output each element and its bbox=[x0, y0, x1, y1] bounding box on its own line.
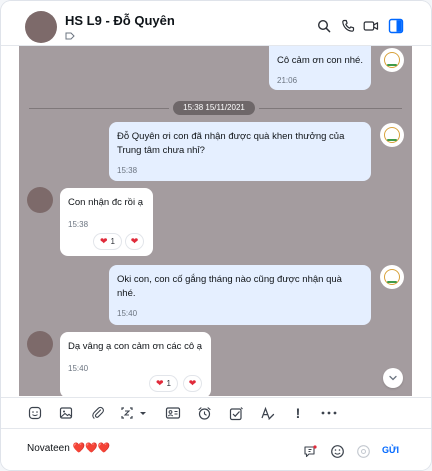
message-text: Dạ vâng ạ con cảm ơn các cô ạ bbox=[68, 341, 203, 352]
contact-avatar[interactable] bbox=[27, 187, 53, 213]
message-input[interactable]: Novateen ❤️❤️❤️ bbox=[27, 443, 110, 454]
send-button[interactable]: GỬI bbox=[382, 445, 399, 455]
divider bbox=[29, 108, 169, 109]
message-time: 21:06 bbox=[277, 76, 298, 85]
reaction-count: 1 bbox=[110, 237, 115, 246]
text-format-icon[interactable] bbox=[259, 405, 275, 421]
reaction-summary[interactable]: ❤ 1 bbox=[150, 376, 177, 391]
message-time: 15:38 bbox=[68, 220, 89, 229]
contact-card-icon[interactable] bbox=[164, 405, 182, 421]
message-bubble-outgoing[interactable]: Đỗ Quyên ơi con đã nhận được quà khen th… bbox=[109, 122, 371, 181]
attachment-icon[interactable] bbox=[90, 405, 106, 421]
priority-icon[interactable]: ! bbox=[292, 405, 304, 421]
search-icon[interactable] bbox=[315, 17, 333, 35]
message-time: 15:40 bbox=[117, 309, 138, 318]
scroll-to-bottom-button[interactable] bbox=[383, 368, 403, 388]
message-time: 15:40 bbox=[68, 364, 89, 373]
reaction-count: 1 bbox=[166, 379, 171, 388]
contact-avatar[interactable] bbox=[25, 11, 57, 43]
message-list[interactable]: Cô cảm ơn con nhé. 21:06 15:38 15/11/202… bbox=[19, 46, 412, 396]
reaction-summary[interactable]: ❤ 1 bbox=[94, 234, 121, 249]
message-bubble-outgoing[interactable]: Oki con, con cố gắng tháng nào cũng được… bbox=[109, 265, 371, 325]
center-logo-icon bbox=[384, 269, 400, 285]
video-call-icon[interactable] bbox=[362, 17, 380, 35]
phone-icon[interactable] bbox=[339, 17, 357, 35]
sender-avatar[interactable] bbox=[380, 265, 404, 289]
at-mention-icon[interactable] bbox=[355, 443, 371, 459]
message-bubble-outgoing[interactable]: Cô cảm ơn con nhé. 21:06 bbox=[269, 46, 371, 90]
label-tag-icon[interactable] bbox=[65, 32, 75, 40]
heart-reaction-icon: ❤ bbox=[100, 236, 108, 246]
image-icon[interactable] bbox=[58, 405, 74, 421]
screenshot-icon[interactable] bbox=[120, 405, 150, 421]
divider bbox=[259, 108, 402, 109]
panel-toggle-icon[interactable] bbox=[387, 17, 405, 35]
composer-toolbar: ! bbox=[1, 397, 431, 428]
chat-window: HS L9 - Đỗ Quyên Cô cảm ơn con nhé. 21:0… bbox=[1, 1, 431, 470]
contact-name[interactable]: HS L9 - Đỗ Quyên bbox=[65, 13, 175, 28]
date-divider: 15:38 15/11/2021 bbox=[173, 101, 255, 115]
sender-avatar[interactable] bbox=[380, 48, 404, 72]
chat-header: HS L9 - Đỗ Quyên bbox=[1, 1, 431, 46]
center-logo-icon bbox=[384, 127, 400, 143]
heart-icon: ❤ bbox=[130, 236, 139, 246]
task-icon[interactable] bbox=[228, 405, 244, 421]
heart-reaction-icon: ❤ bbox=[156, 378, 164, 388]
message-text: Con nhận đc rồi ạ bbox=[68, 197, 143, 208]
chevron-down-icon bbox=[389, 375, 397, 381]
react-button[interactable]: ❤ bbox=[184, 376, 201, 391]
react-button[interactable]: ❤ bbox=[126, 234, 143, 249]
reminder-icon[interactable] bbox=[196, 405, 212, 421]
message-composer: Novateen ❤️❤️❤️ GỬI bbox=[1, 428, 431, 470]
sender-avatar[interactable] bbox=[380, 123, 404, 147]
more-icon[interactable] bbox=[320, 405, 338, 421]
message-time: 15:38 bbox=[117, 166, 138, 175]
emoji-icon[interactable] bbox=[329, 443, 345, 459]
heart-icon: ❤ bbox=[188, 378, 197, 388]
center-logo-icon bbox=[384, 52, 400, 68]
message-text: Cô cảm ơn con nhé. bbox=[277, 55, 363, 66]
contact-avatar[interactable] bbox=[27, 331, 53, 357]
sticker-icon[interactable] bbox=[27, 405, 43, 421]
message-text: Đỗ Quyên ơi con đã nhận được quà khen th… bbox=[117, 131, 345, 156]
message-text: Oki con, con cố gắng tháng nào cũng được… bbox=[117, 274, 342, 299]
quick-message-icon[interactable] bbox=[302, 443, 318, 459]
